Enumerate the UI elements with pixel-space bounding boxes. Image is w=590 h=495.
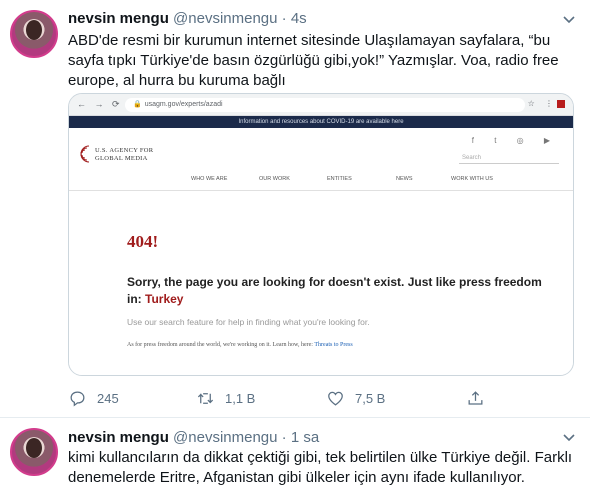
press-freedom-note: As for press freedom around the world, w… <box>127 342 353 348</box>
author-handle[interactable]: @nevsinmengu <box>173 10 277 27</box>
note-text: As for press freedom around the world, w… <box>127 342 313 348</box>
covid-banner: Information and resources about COVID-19… <box>69 116 573 128</box>
tweet[interactable]: nevsin mengu @nevsinmengu · 1 sa kimi ku… <box>0 418 590 495</box>
extension-icon <box>557 99 565 108</box>
retweet-count: 1,1 B <box>225 390 256 406</box>
reply-icon <box>70 391 85 406</box>
address-bar: 🔒 usagm.gov/experts/azadi <box>125 98 525 112</box>
share-button[interactable] <box>466 388 495 408</box>
separator: · <box>281 10 287 27</box>
nav-item: WORK WITH US <box>451 176 493 182</box>
error-message: Sorry, the page you are looking for does… <box>127 274 547 308</box>
social-icons: f t ◎ ▶ <box>471 136 559 145</box>
tweet-image[interactable]: ← → ⟳ 🔒 usagm.gov/experts/azadi ☆ ⋮ Infor… <box>68 93 574 376</box>
avatar[interactable] <box>10 10 58 58</box>
usagm-logo-text: U.S. AGENCY FOR GLOBAL MEDIA <box>95 147 153 163</box>
site-navigation: WHO WE ARE OUR WORK ENTITIES NEWS WORK W… <box>69 176 573 186</box>
separator: · <box>281 429 287 446</box>
url-text: usagm.gov/experts/azadi <box>144 101 223 108</box>
lock-icon: 🔒 <box>133 101 142 108</box>
nav-item: OUR WORK <box>259 176 290 182</box>
tweet-header: nevsin mengu @nevsinmengu · 1 sa <box>68 429 319 446</box>
nav-item: WHO WE ARE <box>191 176 228 182</box>
chevron-down-icon[interactable] <box>562 430 576 444</box>
tweet[interactable]: nevsin mengu @nevsinmengu · 4s ABD'de re… <box>0 0 590 418</box>
browser-toolbar: ← → ⟳ 🔒 usagm.gov/experts/azadi ☆ ⋮ <box>69 94 573 116</box>
tweet-text: ABD'de resmi bir kurumun internet sitesi… <box>68 32 559 89</box>
reply-button[interactable]: 245 <box>68 388 119 408</box>
error-code: 404! <box>127 232 159 251</box>
error-country: Turkey <box>145 292 184 306</box>
browser-extension-icons: ☆ ⋮ <box>528 99 565 108</box>
author-name[interactable]: nevsin mengu <box>68 429 169 446</box>
share-icon <box>468 390 483 405</box>
nav-item: NEWS <box>396 176 413 182</box>
tweet-text: kimi kullancıların da dikkat çektiği gib… <box>68 449 573 486</box>
embedded-webpage: Information and resources about COVID-19… <box>69 116 573 375</box>
error-message-text: Sorry, the page you are looking for does… <box>127 275 542 306</box>
tweet-header: nevsin mengu @nevsinmengu · 4s <box>68 10 307 27</box>
retweet-button[interactable]: 1,1 B <box>196 388 255 408</box>
site-search-input: Search <box>459 152 559 164</box>
tweet-actions: 245 1,1 B 7,5 B <box>68 388 508 408</box>
author-handle[interactable]: @nevsinmengu <box>173 429 277 446</box>
timestamp[interactable]: 1 sa <box>291 429 319 446</box>
logo-line-1: U.S. AGENCY FOR <box>95 147 154 154</box>
reply-count: 245 <box>97 390 119 406</box>
avatar[interactable] <box>10 428 58 476</box>
browser-nav-icons: ← → ⟳ <box>77 99 123 109</box>
usagm-logo-icon <box>80 145 90 163</box>
author-name[interactable]: nevsin mengu <box>68 10 169 27</box>
help-text: Use our search feature for help in findi… <box>127 317 370 327</box>
nav-item: ENTITIES <box>327 176 352 182</box>
like-button[interactable]: 7,5 B <box>326 388 385 408</box>
logo-line-2: GLOBAL MEDIA <box>95 155 148 162</box>
like-count: 7,5 B <box>355 390 386 406</box>
timestamp[interactable]: 4s <box>291 10 307 27</box>
threats-to-press-link: Threats to Press <box>314 342 353 348</box>
divider <box>69 190 573 191</box>
retweet-icon <box>197 392 214 404</box>
heart-icon <box>328 391 343 406</box>
chevron-down-icon[interactable] <box>562 12 576 26</box>
